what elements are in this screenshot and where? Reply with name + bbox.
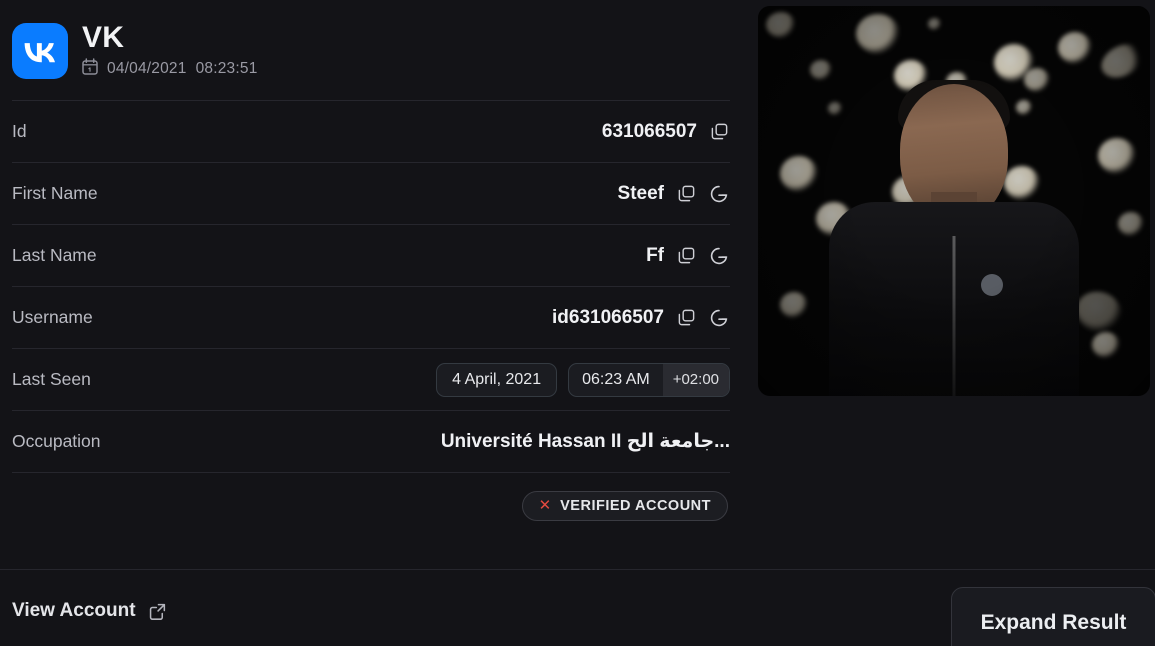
field-label-username: Username xyxy=(12,307,93,327)
field-label-last-seen: Last Seen xyxy=(12,369,91,389)
field-value-id: 631066507 xyxy=(601,120,697,142)
status-badge[interactable]: ✕ VERIFIED ACCOUNT xyxy=(521,490,728,521)
last-seen-time: 06:23 AM xyxy=(582,370,650,388)
status-badge-label: VERIFIED ACCOUNT xyxy=(560,497,711,514)
table-row: Username id631066507 xyxy=(12,286,730,348)
field-value-group: Steef xyxy=(618,183,730,205)
field-value-occupation: Université Hassan II جامعة الح... xyxy=(440,431,730,452)
google-search-icon[interactable] xyxy=(708,307,730,329)
copy-icon[interactable] xyxy=(675,183,697,205)
google-search-icon[interactable] xyxy=(708,183,730,205)
card-footer: View Account Expand Result xyxy=(0,569,1155,646)
card-header: VK 04/04/2021 08:23:51 xyxy=(0,0,742,100)
copy-icon[interactable] xyxy=(708,121,730,143)
last-seen-date-pill[interactable]: 4 April, 2021 xyxy=(436,362,558,397)
last-seen-timezone: +02:00 xyxy=(662,363,729,396)
table-row: Last Name Ff xyxy=(12,224,730,286)
header-texts: VK 04/04/2021 08:23:51 xyxy=(82,22,258,81)
copy-icon[interactable] xyxy=(675,307,697,329)
result-card: VK 04/04/2021 08:23:51 Id 631066507 Firs… xyxy=(0,0,1155,646)
stamp-time: 08:23:51 xyxy=(195,60,258,78)
table-row: Last Seen 4 April, 2021 06:23 AM +02:00 xyxy=(12,348,730,410)
field-value-last-name: Ff xyxy=(646,244,664,266)
field-value-group: Ff xyxy=(646,245,730,267)
copy-icon[interactable] xyxy=(675,245,697,267)
field-value-group: 631066507 xyxy=(602,121,730,143)
vk-logo-icon xyxy=(12,23,68,79)
field-label-id: Id xyxy=(12,121,27,141)
last-seen-time-pill[interactable]: 06:23 AM +02:00 xyxy=(568,362,730,397)
field-value-username: id631066507 xyxy=(552,306,664,328)
field-list: Id 631066507 First Name Steef Last Name … xyxy=(0,100,742,538)
avatar-image xyxy=(758,6,1150,396)
field-label-occupation: Occupation xyxy=(12,431,101,451)
field-value-group: id631066507 xyxy=(552,307,730,329)
table-row: Id 631066507 xyxy=(12,100,730,162)
field-label-last-name: Last Name xyxy=(12,245,97,265)
view-account-link[interactable]: View Account xyxy=(12,600,169,622)
table-row: Occupation Université Hassan II جامعة ال… xyxy=(12,410,730,472)
expand-result-button[interactable]: Expand Result xyxy=(951,587,1155,646)
field-label-first-name: First Name xyxy=(12,183,98,203)
page-title: VK xyxy=(82,20,125,54)
x-mark-icon: ✕ xyxy=(538,497,552,514)
external-link-icon xyxy=(147,600,169,622)
avatar[interactable] xyxy=(758,6,1150,396)
field-value-group: Université Hassan II جامعة الح... xyxy=(441,430,730,453)
timestamp: 04/04/2021 08:23:51 xyxy=(82,58,258,80)
avatar-vignette xyxy=(758,6,1150,396)
table-row: First Name Steef xyxy=(12,162,730,224)
google-search-icon[interactable] xyxy=(708,245,730,267)
calendar-icon xyxy=(82,58,98,80)
last-seen-group: 4 April, 2021 06:23 AM +02:00 xyxy=(436,362,730,397)
stamp-date: 04/04/2021 xyxy=(107,60,187,78)
view-account-label: View Account xyxy=(12,600,136,621)
badge-row: ✕ VERIFIED ACCOUNT xyxy=(12,472,730,538)
details-panel: VK 04/04/2021 08:23:51 Id 631066507 Firs… xyxy=(0,0,742,568)
field-value-first-name: Steef xyxy=(617,182,664,204)
